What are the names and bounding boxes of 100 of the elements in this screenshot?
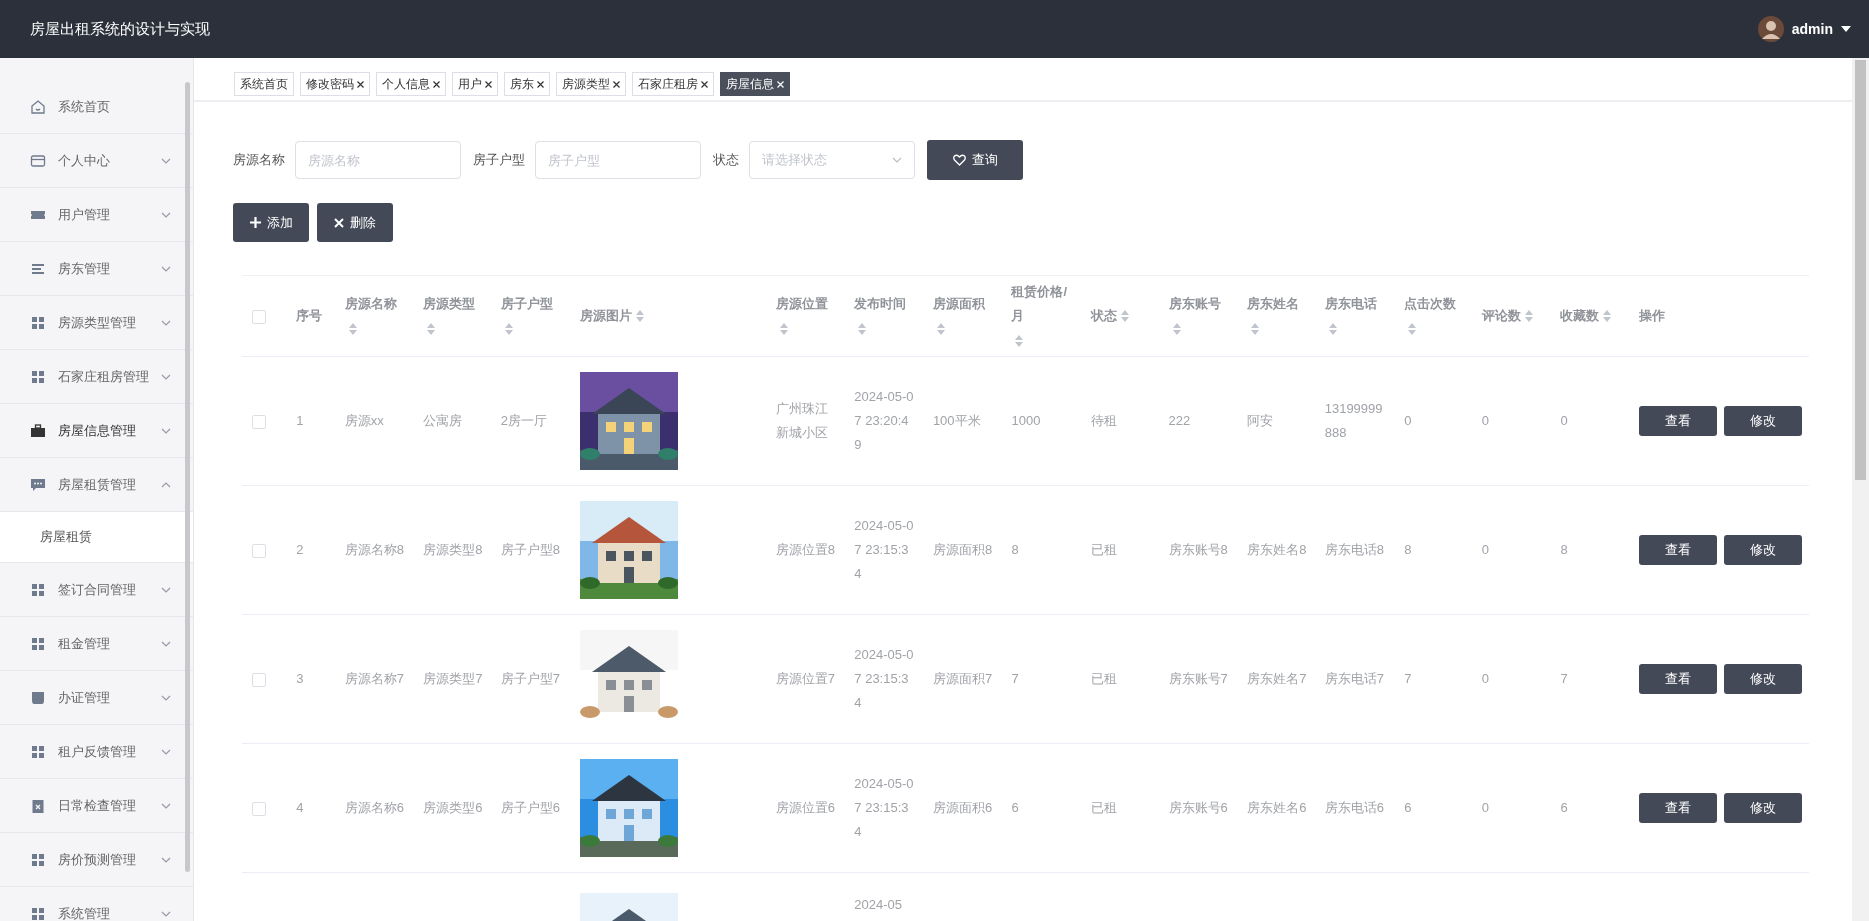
tab[interactable]: 房东 — [504, 72, 550, 96]
edit-button[interactable]: 修改 — [1723, 664, 1802, 694]
checkbox[interactable] — [252, 414, 266, 429]
chevron-icon — [161, 802, 171, 809]
sort-icon[interactable] — [1328, 322, 1337, 335]
clipboard-icon — [30, 797, 46, 814]
table-cell: 8 — [1011, 542, 1019, 557]
table-cell: 7 — [1404, 671, 1412, 686]
column-header: 房源面积 — [932, 295, 985, 314]
table-cell: 7 — [1011, 671, 1019, 686]
table-cell: 房源名称8 — [344, 542, 404, 557]
chevron-icon — [161, 211, 171, 218]
tab[interactable]: 石家庄租房 — [632, 72, 714, 96]
search-field[interactable]: 房源名称 — [295, 141, 461, 179]
scrollbar[interactable] — [1852, 58, 1869, 921]
close-icon[interactable] — [357, 80, 364, 88]
close-icon[interactable] — [613, 80, 620, 88]
column-header: 房东电话 — [1324, 295, 1377, 314]
sort-icon[interactable] — [1603, 310, 1612, 323]
column-header: 房子户型 — [500, 295, 553, 314]
tab[interactable]: 个人信息 — [376, 72, 446, 96]
sort-icon[interactable] — [858, 322, 867, 335]
sort-icon[interactable] — [1172, 322, 1181, 335]
checkbox[interactable] — [252, 543, 266, 558]
field-label: 房源名称 — [233, 151, 285, 169]
tab[interactable]: 房屋信息 — [720, 72, 790, 96]
table-cell: 8 — [1560, 542, 1568, 557]
sort-icon[interactable] — [936, 322, 945, 335]
sort-icon[interactable] — [779, 322, 788, 335]
search-button[interactable]: 查询 — [927, 140, 1023, 180]
chevron-icon — [161, 640, 171, 647]
table-cell: 100平米 — [932, 413, 981, 428]
edit-button[interactable]: 修改 — [1723, 406, 1802, 436]
column-header: 评论数 — [1481, 307, 1521, 326]
table-cell: 房东账号8 — [1168, 542, 1228, 557]
table-cell: 房源位置6 — [775, 800, 835, 815]
user-name[interactable]: admin — [1791, 21, 1833, 37]
scrollbar[interactable] — [185, 82, 190, 872]
grid-icon — [30, 743, 46, 760]
sort-icon[interactable] — [504, 322, 513, 335]
chevron-icon — [161, 748, 171, 755]
view-button[interactable]: 查看 — [1638, 664, 1717, 694]
tab[interactable]: 用户 — [452, 72, 498, 96]
field-label: 状态 — [713, 151, 739, 169]
submenu-item[interactable]: 房屋租赁 — [0, 512, 193, 563]
tab[interactable]: 系统首页 — [234, 72, 294, 96]
view-button[interactable]: 查看 — [1638, 793, 1717, 823]
table-cell: 8 — [1404, 542, 1412, 557]
close-icon[interactable] — [433, 80, 440, 88]
tab[interactable]: 修改密码 — [300, 72, 370, 96]
column-header: 收藏数 — [1560, 307, 1600, 326]
chevron-icon — [161, 694, 171, 701]
sort-icon[interactable] — [1015, 334, 1024, 347]
sort-icon[interactable] — [1524, 310, 1533, 323]
column-header: 房东姓名 — [1247, 295, 1300, 314]
sort-icon[interactable] — [427, 322, 436, 335]
table-cell: 房子户型8 — [500, 542, 560, 557]
sort-icon[interactable] — [1251, 322, 1260, 335]
add-button[interactable]: 添加 — [233, 203, 309, 242]
table-cell: 0 — [1481, 671, 1490, 686]
table-cell: 0 — [1560, 413, 1568, 428]
chevron-icon — [161, 481, 171, 488]
sort-icon[interactable] — [348, 322, 357, 335]
grid-icon — [30, 635, 46, 652]
search-field[interactable]: 房子户型 — [535, 141, 701, 179]
close-icon[interactable] — [701, 80, 708, 88]
edit-button[interactable]: 修改 — [1723, 793, 1802, 823]
view-button[interactable]: 查看 — [1638, 535, 1717, 565]
table-cell: 房源面积8 — [932, 542, 993, 557]
checkbox[interactable] — [252, 309, 266, 324]
table-cell: 6 — [1560, 800, 1568, 815]
tab[interactable]: 房源类型 — [556, 72, 626, 96]
home-icon — [30, 98, 46, 115]
avatar-icon[interactable] — [1757, 16, 1784, 42]
grid-icon — [30, 368, 46, 385]
sort-icon[interactable] — [636, 310, 645, 323]
checkbox[interactable] — [252, 672, 266, 687]
table-cell: 已租 — [1091, 800, 1117, 815]
delete-button[interactable]: 删除 — [317, 203, 393, 242]
table-cell: 房东账号6 — [1168, 800, 1228, 815]
table-cell: 房源位置8 — [775, 542, 835, 557]
close-icon[interactable] — [485, 80, 492, 88]
table-cell: 房源xx — [344, 413, 384, 428]
chevron-icon — [161, 157, 171, 164]
sort-icon[interactable] — [1121, 310, 1129, 323]
column-header: 序号 — [296, 307, 323, 326]
table-cell: 房东电话7 — [1324, 671, 1384, 686]
menu-item[interactable]: 系统管理 — [0, 887, 193, 921]
table-cell: 13199999888 — [1324, 401, 1383, 440]
sort-icon[interactable] — [1408, 322, 1417, 335]
column-header: 发布时间 — [854, 295, 907, 314]
close-icon[interactable] — [537, 80, 544, 88]
table-cell: 2 — [296, 542, 304, 557]
caret-icon[interactable] — [1841, 26, 1851, 32]
table-cell: 3 — [296, 671, 304, 686]
checkbox[interactable] — [252, 801, 266, 816]
view-button[interactable]: 查看 — [1638, 406, 1717, 436]
column-header: 房源图片 — [580, 307, 633, 326]
edit-button[interactable]: 修改 — [1723, 535, 1802, 565]
table-cell: 阿安 — [1247, 413, 1274, 428]
